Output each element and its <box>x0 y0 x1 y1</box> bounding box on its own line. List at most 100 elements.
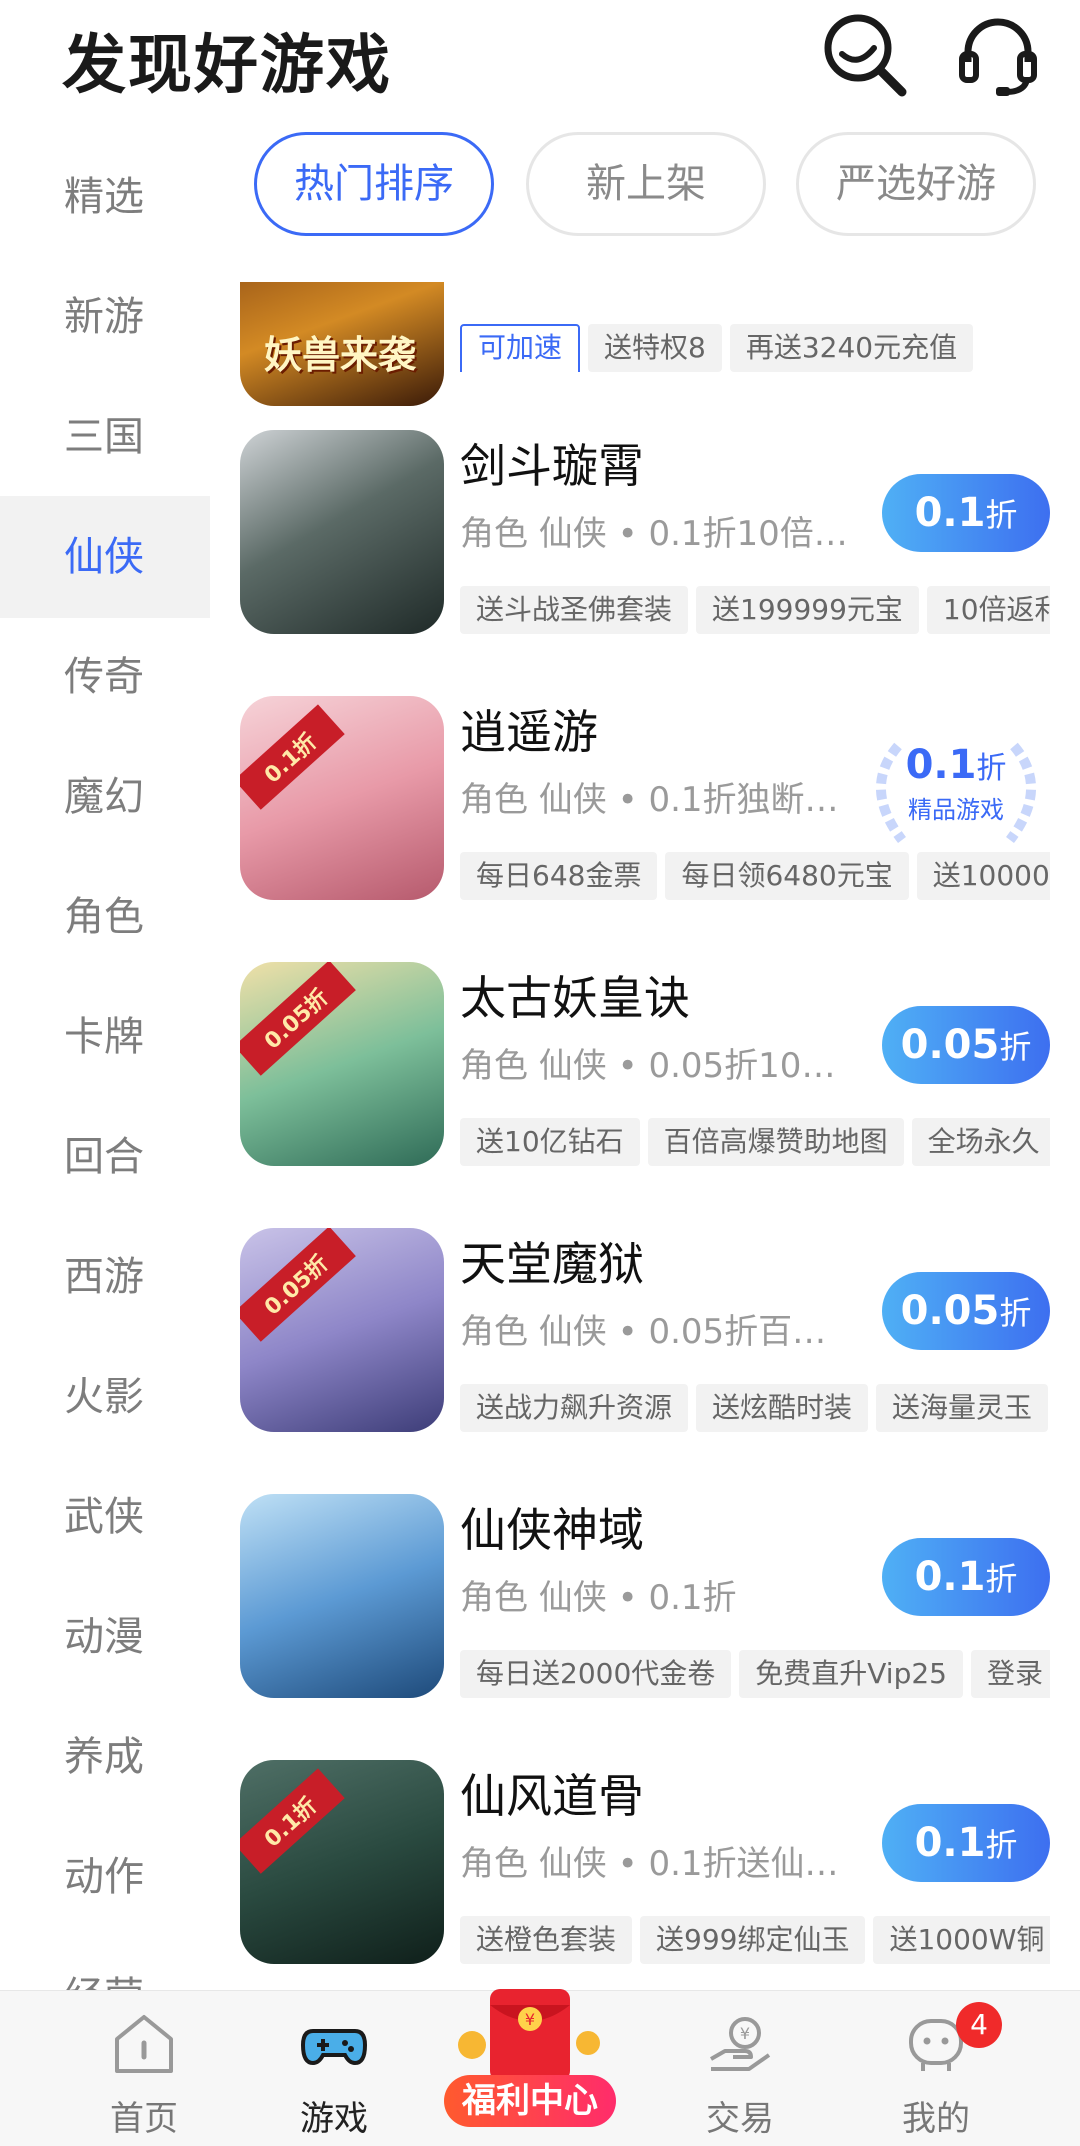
discount-unit: 折 <box>976 751 1007 786</box>
tag: 百倍高爆赞助地图 <box>647 1118 904 1166</box>
red-envelope-icon: ¥ <box>458 1989 600 2081</box>
game-thumbnail: 0.05折 <box>240 962 444 1166</box>
notification-badge: 4 <box>956 2002 1002 2048</box>
discount-ribbon: 0.1折 <box>240 1768 345 1874</box>
discount-button[interactable]: 0.1折 <box>882 1538 1050 1616</box>
game-name: 仙风道骨 <box>460 1769 644 1823</box>
customer-service-icon[interactable] <box>952 8 1044 100</box>
game-thumbnail <box>240 430 444 634</box>
game-subtitle: 角色 仙侠 • 0.05折百… <box>460 1312 827 1352</box>
tag: 10倍返利 <box>926 586 1050 634</box>
game-thumbnail: 0.05折 <box>240 1228 444 1432</box>
tag: 送10亿钻石 <box>460 1118 640 1166</box>
discount-value: 0.1 <box>914 1554 986 1600</box>
nav-trade[interactable]: ¥ 交易 <box>670 1991 810 2146</box>
discount-button[interactable]: 0.05折 <box>882 1272 1050 1350</box>
game-name: 太古妖皇诀 <box>460 971 690 1025</box>
discount-unit: 折 <box>985 1560 1018 1598</box>
tag: 再送3240元充值 <box>729 324 974 372</box>
discount-button[interactable]: 0.1折 <box>882 474 1050 552</box>
tag: 登录 <box>971 1650 1050 1698</box>
svg-text:¥: ¥ <box>740 2024 750 2043</box>
tag: 全场永久 <box>911 1118 1050 1166</box>
tab-selected-games[interactable]: 严选好游 <box>796 132 1036 236</box>
game-tags: 送10亿钻石 百倍高爆赞助地图 全场永久 <box>460 1118 1050 1166</box>
discount-ribbon: 0.05折 <box>240 962 357 1076</box>
nav-home[interactable]: 首页 <box>74 1991 214 2146</box>
tag: 送海量灵玉 <box>876 1384 1049 1432</box>
premium-label: 精品游戏 <box>908 796 1004 824</box>
game-thumbnail: 0.1折 <box>240 696 444 900</box>
discount-unit: 折 <box>999 1028 1032 1066</box>
game-tags: 送橙色套装 送999绑定仙玉 送1000W铜 <box>460 1916 1050 1964</box>
game-subtitle: 角色 仙侠 • 0.1折10倍… <box>460 514 848 554</box>
sort-tabs: 热门排序 新上架 严选好游 <box>240 132 1080 242</box>
tag: 每日648金票 <box>460 852 658 900</box>
tab-hot-sort[interactable]: 热门排序 <box>254 132 494 236</box>
page-title: 发现好游戏 <box>62 29 392 103</box>
gamepad-icon <box>300 2029 368 2066</box>
trade-icon: ¥ <box>710 2017 771 2071</box>
list-item[interactable]: 0.05折 太古妖皇诀角色 仙侠 • 0.05折10… 0.05折送10亿钻石 百倍高… <box>0 962 1080 1228</box>
nav-games[interactable]: 游戏 <box>264 1991 404 2146</box>
game-tags: 可加速 送特权8 再送3240元充值 <box>460 324 1050 372</box>
game-subtitle: 角色 仙侠 • 0.1折 <box>460 1578 737 1618</box>
nav-label: 首页 <box>110 2099 178 2139</box>
discount-button[interactable]: 0.05折 <box>882 1006 1050 1084</box>
discount-value: 0.05 <box>900 1288 1000 1334</box>
tag: 送橙色套装 <box>460 1916 633 1964</box>
game-thumbnail <box>240 1494 444 1698</box>
list-item[interactable]: 仙侠神域 角色 仙侠 • 0.1折 0.1折 每日送2000代金卷 免费直升Vip25 登… <box>0 1494 1080 1760</box>
nav-label: 游戏 <box>300 2099 368 2139</box>
list-item[interactable]: 剑斗璇霄角色 仙侠 • 0.1折10倍… 0.1折送斗战圣佛套装 送199999元宝… <box>0 430 1080 696</box>
header: 发现好游戏 <box>0 0 1080 120</box>
tag: 免费直升Vip25 <box>739 1650 963 1698</box>
tag: 送特权8 <box>588 324 722 372</box>
game-name: 逍遥游 <box>460 705 598 759</box>
discount-ribbon: 0.05折 <box>240 1228 357 1342</box>
list-item[interactable]: 0.1折 逍遥游角色 仙侠 • 0.1折独断… 0.1折精品游戏每日648金票 每日领… <box>0 696 1080 962</box>
sidebar-item[interactable]: 精选 <box>0 156 210 238</box>
svg-text:¥: ¥ <box>525 2010 535 2029</box>
tag-accelerate: 可加速 <box>460 324 581 372</box>
discount-value: 0.1 <box>905 742 977 788</box>
discount-ribbon: 0.1折 <box>240 704 345 810</box>
nav-label: 交易 <box>706 2099 774 2139</box>
tag: 每日领6480元宝 <box>665 852 909 900</box>
game-tags: 每日648金票 每日领6480元宝 送10000 <box>460 852 1050 900</box>
game-thumbnail: 妖兽来袭 <box>240 282 444 406</box>
discount-button[interactable]: 0.1折 <box>882 1804 1050 1882</box>
game-name: 仙侠神域 <box>460 1503 644 1557</box>
list-item[interactable]: 0.05折 天堂魔狱角色 仙侠 • 0.05折百… 0.05折送战力飙升资源 送炫酷时… <box>0 1228 1080 1494</box>
game-thumbnail: 0.1折 <box>240 1760 444 1964</box>
game-tags: 送战力飙升资源 送炫酷时装 送海量灵玉 <box>460 1384 1050 1432</box>
discount-value: 0.1 <box>914 1820 986 1866</box>
tab-new-arrivals[interactable]: 新上架 <box>526 132 766 236</box>
game-name: 剑斗璇霄 <box>460 439 644 493</box>
tag: 送10000 <box>916 852 1050 900</box>
discount-unit: 折 <box>999 1294 1032 1332</box>
game-subtitle: 角色 仙侠 • 0.1折送仙… <box>460 1844 839 1884</box>
tag: 送斗战圣佛套装 <box>460 586 689 634</box>
nav-label: 我的 <box>902 2099 970 2139</box>
discount-unit: 折 <box>985 1826 1018 1864</box>
game-name: 天堂魔狱 <box>460 1237 644 1291</box>
discount-value: 0.1 <box>914 490 986 536</box>
welfare-center-label: 福利中心 <box>444 2075 616 2127</box>
game-subtitle: 角色 仙侠 • 0.1折独断… <box>460 780 839 820</box>
list-item[interactable]: 0.1折 仙风道骨角色 仙侠 • 0.1折送仙… 0.1折送橙色套装 送999绑定仙玉… <box>0 1760 1080 1990</box>
game-tags: 送斗战圣佛套装 送199999元宝 10倍返利 <box>460 586 1050 634</box>
tag: 送1000W铜 <box>873 1916 1050 1964</box>
home-icon <box>115 2015 173 2073</box>
game-subtitle: 角色 仙侠 • 0.05折10… <box>460 1046 836 1086</box>
premium-game-badge[interactable]: 0.1折精品游戏 <box>858 732 1054 852</box>
tag: 送炫酷时装 <box>696 1384 869 1432</box>
game-list[interactable]: 妖兽来袭 可加速 送特权8 再送3240元充值 剑斗璇霄 角色 仙侠 • 0.1折10… <box>0 282 1080 1990</box>
discount-value: 0.05 <box>900 1022 1000 1068</box>
discount-unit: 折 <box>985 496 1018 534</box>
tag: 送199999元宝 <box>696 586 919 634</box>
welfare-center-button[interactable]: ¥ 福利中心 <box>430 1975 630 2145</box>
tag: 送战力飙升资源 <box>460 1384 689 1432</box>
search-icon[interactable] <box>818 8 910 100</box>
tag: 送999绑定仙玉 <box>640 1916 866 1964</box>
